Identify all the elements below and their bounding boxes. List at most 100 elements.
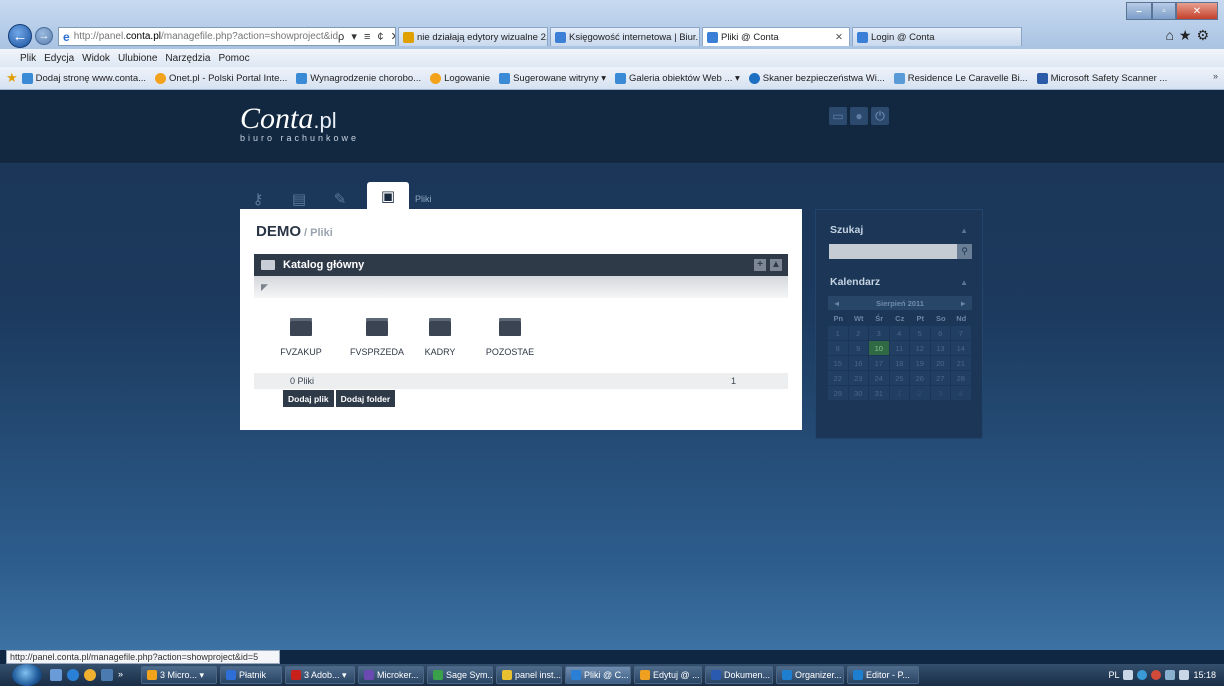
add-file-button[interactable]: Dodaj plik (283, 390, 334, 407)
favorite-link[interactable]: Onet.pl - Polski Portal Inte... (155, 72, 287, 84)
calendar-day[interactable]: 16 (848, 356, 868, 370)
calendar-day[interactable]: 27 (930, 371, 950, 385)
address-bar[interactable]: e http://panel. conta.pl/managefile.php?a… (58, 27, 396, 46)
favorite-link[interactable]: Sugerowane witryny ▾ (499, 72, 606, 84)
calendar-day[interactable]: 17 (869, 356, 889, 370)
power-icon[interactable]: ⏻ (871, 107, 889, 125)
taskbar-button[interactable]: Płatnik (220, 666, 282, 684)
calendar-day[interactable]: 1 (889, 386, 909, 400)
back-button[interactable]: ← (8, 24, 32, 48)
calendar-day[interactable]: 4 (951, 386, 971, 400)
calendar-day[interactable]: 31 (869, 386, 889, 400)
tab-1[interactable]: Księgowość internetowa | Biur... (550, 27, 700, 46)
calendar-day[interactable]: 14 (951, 341, 971, 355)
favorite-link[interactable]: Galeria obiektów Web ... ▾ (615, 72, 740, 84)
menu-item[interactable]: Pomoc (218, 53, 249, 64)
maximize-button[interactable]: ▫ (1152, 2, 1176, 20)
taskbar-button[interactable]: Organizer... (776, 666, 844, 684)
taskbar-button[interactable]: Dokumen... (705, 666, 773, 684)
tab-3[interactable]: Login @ Conta (852, 27, 1022, 46)
home-favorites-tools-icons[interactable]: ⌂★⚙ (1165, 27, 1214, 44)
taskbar-button[interactable]: Editor - P... (847, 666, 919, 684)
calendar-day[interactable]: 15 (828, 356, 848, 370)
chevron-right-icon[interactable]: » (118, 669, 130, 681)
calendar-day[interactable]: 7 (951, 326, 971, 340)
page-number[interactable]: 1 (731, 376, 736, 386)
chevron-right-icon[interactable]: » (1213, 71, 1218, 81)
minimize-button[interactable]: – (1126, 2, 1152, 20)
tray-icon[interactable] (1137, 670, 1148, 680)
folder-item[interactable]: POZOSTAE (484, 318, 536, 357)
folder-item[interactable]: FVSPRZEDA (350, 318, 404, 357)
collapse-calendar-icon[interactable]: ▲ (960, 278, 968, 287)
taskbar-button[interactable]: Microker... (358, 666, 424, 684)
menu-item[interactable]: Edycja (44, 53, 74, 64)
clock[interactable]: 15:18 (1193, 670, 1216, 680)
collapse-icon[interactable]: ▲ (770, 259, 782, 271)
site-logo[interactable]: Conta.pl biuro rachunkowe (240, 102, 359, 143)
calendar-day[interactable]: 25 (889, 371, 909, 385)
menu-item[interactable]: Narzędzia (165, 53, 210, 64)
favorite-link[interactable]: Dodaj stronę www.conta... (21, 72, 146, 84)
menu-item[interactable]: Widok (82, 53, 110, 64)
tab-0[interactable]: nie działają edytory wizualne 2... (398, 27, 548, 46)
calendar-day[interactable]: 20 (930, 356, 950, 370)
calendar-day[interactable]: 23 (848, 371, 868, 385)
calendar-day[interactable]: 6 (930, 326, 950, 340)
menu-item[interactable]: Ulubione (118, 53, 157, 64)
calendar-day[interactable]: 13 (930, 341, 950, 355)
parent-folder-icon[interactable]: ◤ (261, 282, 268, 293)
breadcrumb-project[interactable]: DEMO (256, 223, 301, 240)
calendar-day[interactable]: 11 (889, 341, 909, 355)
search-icon[interactable]: ⚲ (957, 244, 972, 259)
taskbar-button[interactable]: Edytuj @ ... (634, 666, 702, 684)
calendar-day[interactable]: 21 (951, 356, 971, 370)
calendar-day[interactable]: 1 (828, 326, 848, 340)
folder-item[interactable]: KADRY (422, 318, 458, 357)
calendar-day[interactable]: 24 (869, 371, 889, 385)
calendar-day[interactable]: 18 (889, 356, 909, 370)
tab-2[interactable]: Pliki @ Conta ✕ (702, 27, 850, 46)
favorite-link[interactable]: Skaner bezpieczeństwa Wi... (748, 72, 885, 84)
calendar-day[interactable]: 30 (848, 386, 868, 400)
calendar-day[interactable]: 3 (869, 326, 889, 340)
show-desktop-icon[interactable] (50, 669, 62, 681)
tab-files-floppy-icon[interactable]: ▣ (367, 182, 409, 210)
address-tools-icon[interactable]: ρ ▾ ≡ ¢ ✕ (338, 30, 395, 43)
favorite-link[interactable]: Residence Le Caravelle Bi... (893, 72, 1028, 84)
folder-item[interactable]: FVZAKUP (278, 318, 324, 357)
volume-icon[interactable] (1179, 670, 1190, 680)
close-tab-icon[interactable]: ✕ (835, 32, 849, 43)
taskbar-button[interactable]: Sage Sym... (427, 666, 493, 684)
user-icon[interactable]: ● (850, 107, 868, 125)
calendar-day[interactable]: 5 (910, 326, 930, 340)
next-month-icon[interactable]: ► (960, 299, 967, 308)
calendar-day[interactable]: 19 (910, 356, 930, 370)
taskbar-button[interactable]: panel inst... (496, 666, 562, 684)
network-icon[interactable] (1165, 670, 1176, 680)
close-window-button[interactable]: ✕ (1176, 2, 1218, 20)
forward-button[interactable]: → (35, 27, 53, 45)
favorite-link[interactable]: Wynagrodzenie chorobo... (296, 72, 421, 84)
calendar-day-today[interactable]: 10 (869, 341, 889, 355)
app-icon[interactable] (101, 669, 113, 681)
calendar-day[interactable]: 3 (930, 386, 950, 400)
add-icon[interactable]: + (754, 259, 766, 271)
tab-key-icon[interactable]: ⚷ (244, 188, 272, 210)
taskbar-button[interactable]: 3 Adob... ▾ (285, 666, 355, 684)
calendar-day[interactable]: 26 (910, 371, 930, 385)
prev-month-icon[interactable]: ◄ (833, 299, 840, 308)
calendar-day[interactable]: 22 (828, 371, 848, 385)
collapse-search-icon[interactable]: ▲ (960, 226, 968, 235)
taskbar-button[interactable]: Pliki @ C... (565, 666, 631, 684)
tab-notes-icon[interactable]: ▤ (285, 188, 313, 210)
monitor-icon[interactable]: ▭ (829, 107, 847, 125)
tab-edit-icon[interactable]: ✎ (326, 188, 354, 210)
calendar-day[interactable]: 8 (828, 341, 848, 355)
favorite-link[interactable]: Logowanie (430, 72, 490, 84)
favorite-link[interactable]: Microsoft Safety Scanner ... (1036, 72, 1167, 84)
language-indicator[interactable]: PL (1108, 670, 1119, 680)
add-folder-button[interactable]: Dodaj folder (335, 390, 396, 407)
favorites-star-icon[interactable]: ★ (6, 70, 18, 86)
calendar-day[interactable]: 28 (951, 371, 971, 385)
